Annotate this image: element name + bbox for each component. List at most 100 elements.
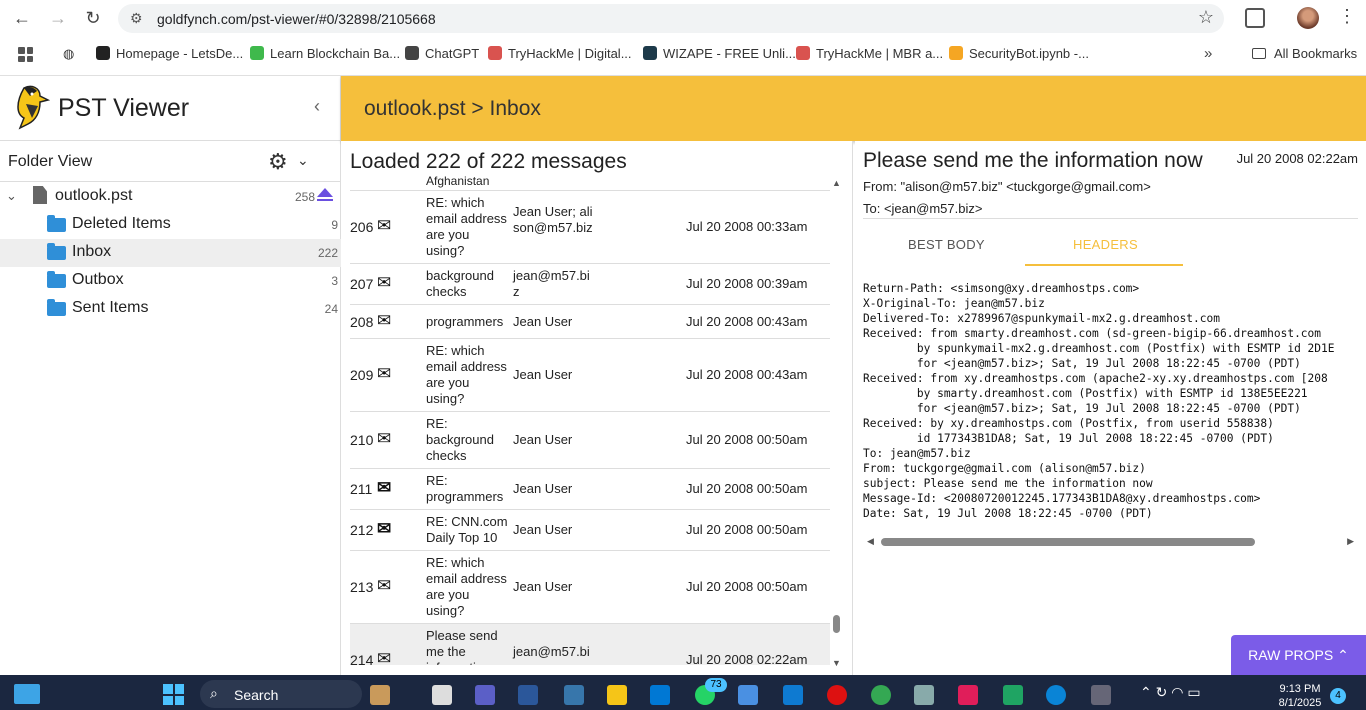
extensions-icon[interactable] — [1245, 8, 1265, 28]
folder-icon — [47, 215, 66, 232]
message-from: Jean User — [513, 314, 573, 329]
active-tab-indicator — [1025, 264, 1183, 266]
bookmark-item[interactable]: ChatGPT — [405, 46, 479, 61]
tree-item-label: Inbox — [72, 243, 112, 260]
tree-item-count: 9 — [331, 218, 338, 232]
tab-best-body[interactable]: BEST BODY — [908, 237, 985, 252]
message-row[interactable]: 210 ✉ RE: background checks Jean User Jul 20… — [350, 412, 830, 469]
message-number: 209 — [350, 367, 374, 383]
system-tray-icons[interactable]: ⌃ ↻ ◠ ▭ — [1140, 684, 1201, 701]
bookmarks-bar: Homepage - LetsDe... Learn Blockchain Ba.… — [0, 40, 1366, 70]
taskbar-search[interactable]: ⌕ Search — [200, 680, 362, 708]
site-info-icon[interactable]: ⚙ — [130, 10, 143, 27]
file-icon — [33, 186, 47, 204]
message-row[interactable]: 211 ✉ RE: programmers Jean User Jul 20 2008 … — [350, 469, 830, 510]
bookmarks-overflow-icon[interactable]: » — [1204, 45, 1212, 62]
bookmark-item[interactable]: SecurityBot.ipynb -... — [949, 46, 1089, 61]
expand-caret-icon[interactable]: ⌄ — [6, 188, 17, 204]
message-row[interactable]: 212 ✉ RE: CNN.com Daily Top 10 Jean User Jul… — [350, 510, 830, 551]
scroll-down-icon[interactable]: ▼ — [832, 658, 841, 668]
scroll-up-icon[interactable]: ▲ — [832, 178, 841, 188]
notification-badge[interactable]: 4 — [1330, 688, 1346, 704]
message-row[interactable]: 206 ✉ RE: which email address are you usin… — [350, 191, 830, 264]
url-text[interactable]: goldfynch.com/pst-viewer/#0/32898/210566… — [157, 11, 436, 27]
teams-icon[interactable] — [475, 685, 495, 705]
bookmark-favicon — [405, 46, 419, 60]
tab-headers[interactable]: HEADERS — [1073, 237, 1138, 252]
edge-icon[interactable] — [1046, 685, 1066, 705]
envelope-closed-icon: ✉ — [377, 478, 392, 497]
scrollbar-thumb[interactable] — [881, 538, 1255, 546]
collapse-sidebar-icon[interactable]: ‹ — [314, 96, 320, 117]
store-icon[interactable] — [650, 685, 670, 705]
taskbar: ⌕ Search 73 ⌃ ↻ ◠ ▭ 9:13 PM 8/1/2025 4 — [0, 675, 1366, 710]
clock[interactable]: 9:13 PM 8/1/2025 — [1272, 682, 1328, 710]
tree-item-count: 258 — [294, 190, 315, 204]
raw-props-button[interactable]: RAW PROPS ⌃ — [1231, 635, 1366, 675]
message-subject: RE: which email address are you using? — [426, 343, 507, 406]
tree-item-inbox[interactable]: Inbox 222 — [0, 239, 341, 267]
message-row[interactable]: 213 ✉ RE: which email address are you usin… — [350, 551, 830, 624]
tree-item-sent-items[interactable]: Sent Items 24 — [0, 295, 341, 323]
message-row-partial[interactable]: Afghanistan — [350, 171, 830, 191]
task-view-icon[interactable] — [432, 685, 452, 705]
chrome-icon[interactable] — [871, 685, 891, 705]
word-icon[interactable] — [518, 685, 538, 705]
message-row[interactable]: 207 ✉ background checks jean@m57.biz Jul 20 … — [350, 264, 830, 305]
forward-icon[interactable]: → — [47, 7, 69, 29]
address-bar[interactable]: ⚙ goldfynch.com/pst-viewer/#0/32898/2105… — [118, 4, 1224, 33]
email-date: Jul 20 2008 02:22am — [1236, 151, 1358, 166]
chevron-down-icon[interactable]: ⌄ — [297, 152, 309, 169]
bookmark-star-icon[interactable]: ☆ — [1198, 7, 1214, 28]
python-icon[interactable] — [564, 685, 584, 705]
notepad-icon[interactable] — [738, 685, 758, 705]
all-bookmarks[interactable]: All Bookmarks — [1252, 46, 1357, 61]
message-date: Jul 20 2008 00:43am — [686, 314, 808, 329]
message-row[interactable]: 208 ✉ programmers Jean User Jul 20 2008 00:4… — [350, 305, 830, 339]
tree-item-deleted-items[interactable]: Deleted Items 9 — [0, 211, 341, 239]
eject-icon[interactable] — [317, 188, 333, 197]
reload-icon[interactable]: ↻ — [82, 7, 104, 29]
play-icon[interactable] — [1003, 685, 1023, 705]
message-date: Jul 20 2008 02:22am — [686, 652, 808, 665]
windows-start-icon[interactable] — [163, 684, 184, 705]
bookmark-favicon — [488, 46, 502, 60]
bookmark-item[interactable]: Learn Blockchain Ba... — [250, 46, 400, 61]
file-explorer-icon[interactable] — [607, 685, 627, 705]
scroll-right-icon[interactable]: ▶ — [1347, 536, 1354, 547]
bookmark-item[interactable]: Homepage - LetsDe... — [96, 46, 243, 61]
profile-avatar[interactable] — [1297, 7, 1319, 29]
message-row[interactable]: 214✉ Please send me the information now je… — [350, 624, 830, 665]
email-subject: Please send me the information now — [863, 149, 1203, 172]
record-icon[interactable] — [827, 685, 847, 705]
bookmark-item[interactable]: WIZAPE - FREE Unli... — [643, 46, 796, 61]
widgets-icon[interactable] — [14, 684, 40, 704]
rdp-icon[interactable] — [914, 685, 934, 705]
settings-gear-icon[interactable]: ⚙ — [268, 149, 288, 175]
back-icon[interactable]: ← — [11, 7, 33, 29]
scroll-left-icon[interactable]: ◀ — [867, 536, 874, 547]
bookmark-label: ChatGPT — [425, 46, 480, 61]
envelope-open-icon: ✉ — [377, 429, 392, 448]
app-icon[interactable] — [1091, 685, 1111, 705]
divider — [0, 140, 341, 141]
headers-scrollbar[interactable]: ◀ ▶ — [863, 536, 1358, 548]
message-number: 208 — [350, 314, 374, 330]
bookmark-item[interactable]: TryHackMe | Digital... — [488, 46, 632, 61]
news-icon[interactable] — [370, 685, 390, 705]
message-row[interactable]: 209 ✉ RE: which email address are you usin… — [350, 339, 830, 412]
whatsapp-badge: 73 — [705, 678, 727, 692]
message-date: Jul 20 2008 00:39am — [686, 276, 808, 291]
scrollbar-thumb[interactable] — [833, 615, 840, 633]
envelope-open-icon: ✉ — [377, 216, 392, 235]
bookmark-item[interactable]: TryHackMe | MBR a... — [796, 46, 943, 61]
envelope-open-icon: ✉ — [377, 576, 392, 595]
goldfinch-logo — [17, 85, 51, 130]
tree-item-root[interactable]: ⌄ outlook.pst 258 — [0, 183, 341, 211]
list-scrollbar[interactable]: ▲ ▼ — [831, 178, 843, 668]
message-date: Jul 20 2008 00:33am — [686, 219, 808, 234]
slack-icon[interactable] — [958, 685, 978, 705]
terminal-icon[interactable] — [783, 685, 803, 705]
browser-menu-icon[interactable]: ⋮ — [1338, 6, 1356, 27]
tree-item-outbox[interactable]: Outbox 3 — [0, 267, 341, 295]
